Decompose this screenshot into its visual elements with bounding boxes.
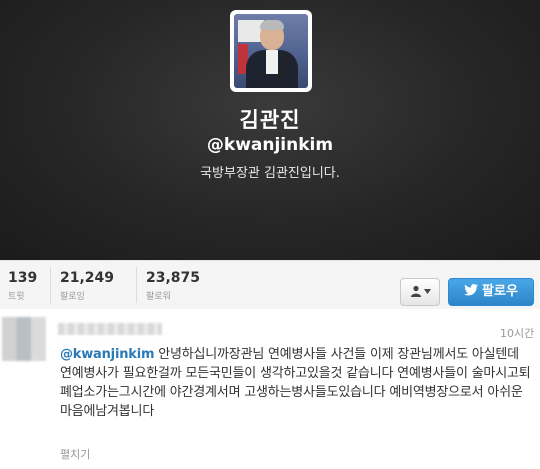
stat-following[interactable]: 21,249 팔로잉 [60,270,114,302]
tweet-item[interactable]: 10시간 @kwanjinkim 안녕하십니까장관님 연예병사들 사건들 이제 … [0,309,540,469]
stat-following-label: 팔로잉 [60,292,85,302]
stat-followers-label: 팔로워 [146,292,171,302]
tweet-timestamp[interactable]: 10시간 [500,325,534,341]
stat-following-count: 21,249 [60,270,115,286]
stat-followers[interactable]: 23,875 팔로워 [146,270,200,302]
twitter-bird-icon [464,284,479,296]
profile-avatar[interactable] [230,10,312,92]
profile-header: 김관진 @kwanjinkim 국방부장관 김관진입니다. [0,0,540,260]
user-icon [410,285,421,297]
profile-handle: @kwanjinkim [206,135,334,155]
follow-button[interactable]: 팔로우 [448,278,534,306]
stat-divider [136,267,137,303]
profile-bio: 국방부장관 김관진입니다. [200,166,340,181]
stat-followers-count: 23,875 [146,270,201,286]
profile-name: 김관진 [239,108,301,132]
caret-down-icon [423,289,431,294]
avatar-photo [234,14,308,88]
stat-tweets-count: 139 [8,270,38,286]
tweet-author-name-redacted[interactable] [58,323,162,335]
tweet-mention-link[interactable]: @kwanjinkim [60,347,155,362]
stat-tweets[interactable]: 139 트윗 [8,270,37,302]
tweet-author-avatar[interactable] [2,317,46,361]
follow-label: 팔로우 [482,284,518,299]
stat-divider [50,267,51,303]
user-actions-button[interactable] [400,278,440,306]
tweet-text: @kwanjinkim 안녕하십니까장관님 연예병사들 사건들 이제 장관님께서… [60,345,534,421]
tweet-expand-link[interactable]: 펼치기 [60,446,90,462]
stat-tweets-label: 트윗 [8,292,25,302]
